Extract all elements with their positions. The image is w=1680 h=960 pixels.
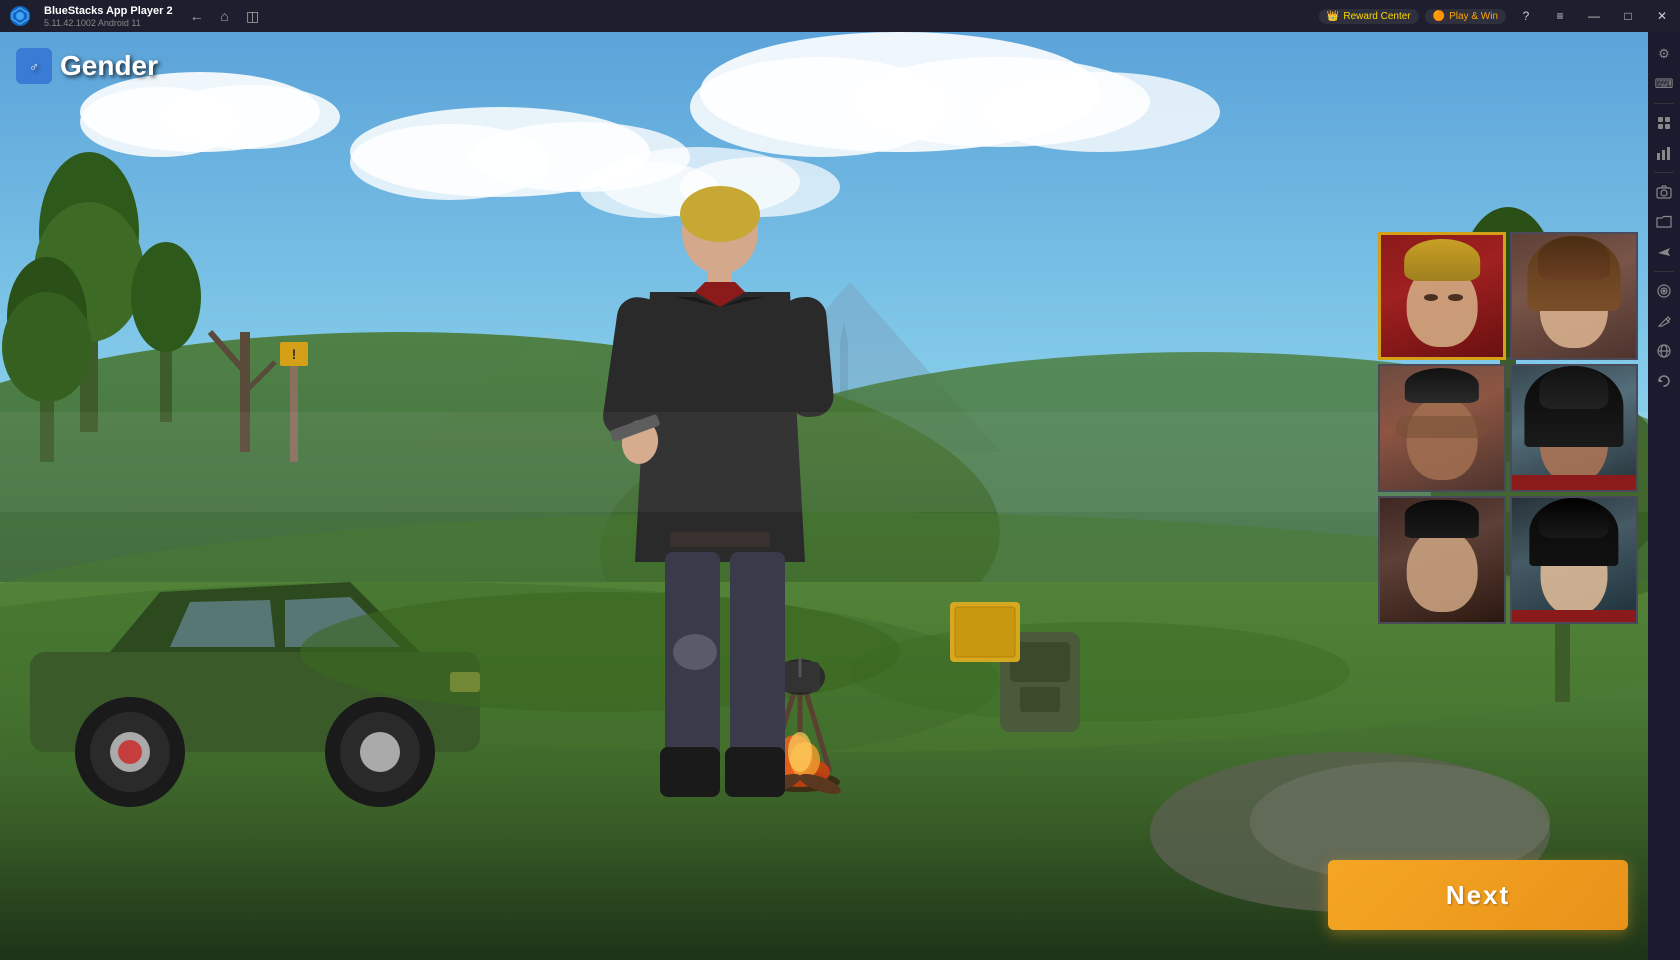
minimize-button[interactable]: — [1580, 5, 1608, 27]
svg-text:♂: ♂ [29, 59, 39, 74]
gender-label: ♂ Gender [16, 48, 158, 84]
stats-icon[interactable] [1651, 140, 1677, 166]
sidebar-divider-1 [1654, 103, 1674, 104]
character-card-4[interactable] [1510, 364, 1638, 492]
character-card-5[interactable] [1378, 496, 1506, 624]
sidebar-divider-3 [1654, 271, 1674, 272]
close-button[interactable]: ✕ [1648, 5, 1676, 27]
players-icon[interactable] [1651, 110, 1677, 136]
next-button[interactable]: Next [1328, 860, 1628, 930]
gender-icon: ♂ [16, 48, 52, 84]
camera-icon[interactable] [1651, 179, 1677, 205]
back-button[interactable]: ← [185, 4, 209, 28]
right-sidebar: ⚙ ⌨ [1648, 32, 1680, 960]
character-card-2[interactable] [1510, 232, 1638, 360]
character-card-3[interactable] [1378, 364, 1506, 492]
home-button[interactable]: ⌂ [213, 4, 237, 28]
app-version: 5.11.42.1002 Android 11 [44, 18, 173, 28]
maximize-button[interactable]: □ [1614, 5, 1642, 27]
character-card-1[interactable] [1378, 232, 1506, 360]
app-name: BlueStacks App Player 2 [44, 5, 173, 17]
menu-button[interactable]: ≡ [1546, 5, 1574, 27]
svg-text:!: ! [292, 346, 297, 362]
keyboard-icon[interactable]: ⌨ [1651, 71, 1677, 97]
sidebar-divider-2 [1654, 172, 1674, 173]
help-button[interactable]: ? [1512, 5, 1540, 27]
edit-icon[interactable] [1651, 308, 1677, 334]
target-icon[interactable] [1651, 278, 1677, 304]
refresh-icon[interactable] [1651, 368, 1677, 394]
crown-icon: 👑 [1327, 11, 1339, 22]
reward-center-button[interactable]: 👑 Reward Center [1319, 9, 1419, 24]
bookmark-button[interactable]: ◫ [241, 4, 265, 28]
play-win-button[interactable]: 🟠 Play & Win [1425, 9, 1506, 24]
titlebar-nav: ← ⌂ ◫ [185, 4, 265, 28]
app-logo [4, 0, 36, 32]
plane-icon[interactable] [1651, 239, 1677, 265]
game-area: ! [0, 32, 1648, 960]
globe-icon[interactable] [1651, 338, 1677, 364]
coin-icon: 🟠 [1433, 11, 1445, 22]
folder-icon[interactable] [1651, 209, 1677, 235]
character-card-6[interactable] [1510, 496, 1638, 624]
character-grid [1378, 232, 1638, 624]
titlebar-right: 👑 Reward Center 🟠 Play & Win ? ≡ — □ ✕ [1319, 5, 1676, 27]
settings-icon[interactable]: ⚙ [1651, 41, 1677, 67]
titlebar: BlueStacks App Player 2 5.11.42.1002 And… [0, 0, 1680, 32]
